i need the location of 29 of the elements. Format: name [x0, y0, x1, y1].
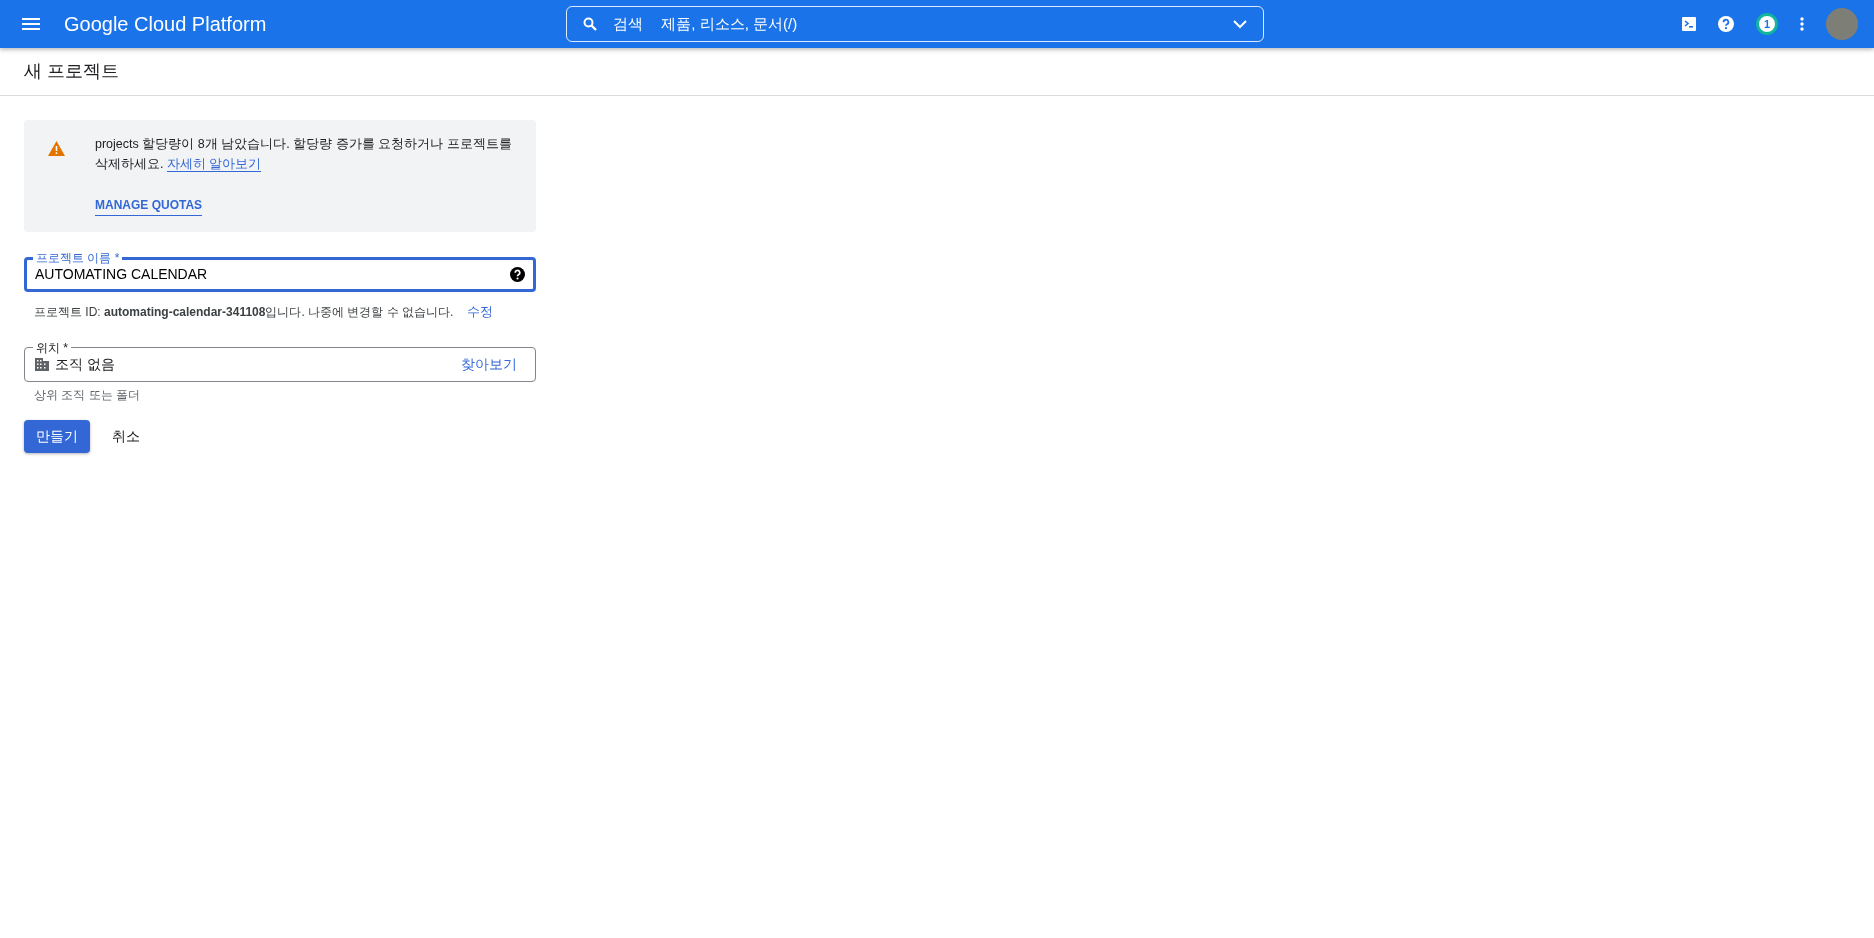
page-title: 새 프로젝트 — [24, 60, 119, 83]
field-label: 프로젝트 이름 * — [35, 252, 121, 265]
create-button[interactable]: 만들기 — [24, 419, 90, 453]
manage-quotas-link[interactable]: MANAGE QUOTAS — [95, 196, 203, 217]
search-label: 검색 — [613, 13, 644, 34]
search-icon — [583, 17, 598, 31]
notification-count[interactable]: 1 — [1756, 13, 1778, 35]
field-value: 조직 없음 — [55, 354, 115, 374]
product-name[interactable]: Google Cloud Platform — [64, 9, 267, 39]
warning-icon — [48, 141, 65, 156]
more-vert-icon[interactable] — [1800, 17, 1804, 31]
field-label: 위치 * — [35, 341, 69, 354]
location-field[interactable]: 위치 * 조직 없음 찾아보기 — [24, 341, 536, 382]
chevron-down-icon[interactable] — [1233, 19, 1248, 29]
project-name-field[interactable]: 프로젝트 이름 * AUTOMATING CALENDAR — [24, 252, 536, 293]
learn-more-link[interactable]: 자세히 알아보기 — [166, 157, 262, 172]
text-input[interactable]: AUTOMATING CALENDAR — [35, 264, 510, 286]
help-icon[interactable] — [510, 267, 525, 283]
browse-button[interactable]: 찾아보기 — [461, 353, 517, 375]
search-bar[interactable]: 검색 제품, 리소스, 문서(/) — [566, 6, 1265, 42]
field-hint: 상위 조직 또는 폴더 — [34, 386, 141, 404]
building-icon — [35, 357, 49, 371]
project-id-text: 프로젝트 ID: automating-calendar-341108입니다. 나중에 변경할 수 없습니다. — [34, 303, 454, 321]
menu-icon[interactable] — [22, 18, 40, 30]
search-field[interactable]: 제품, 리소스, 문서(/) — [659, 11, 1218, 37]
terminal-icon[interactable] — [1682, 17, 1696, 31]
edit-button[interactable]: 수정 — [467, 302, 494, 322]
cancel-button[interactable]: 취소 — [100, 419, 152, 453]
alert-message: projects 할당량이 8개 남았습니다. 할당량 증가를 요청하거나 프로젝트를 삭제하세요. 자세히 알아보기 — [95, 136, 512, 174]
